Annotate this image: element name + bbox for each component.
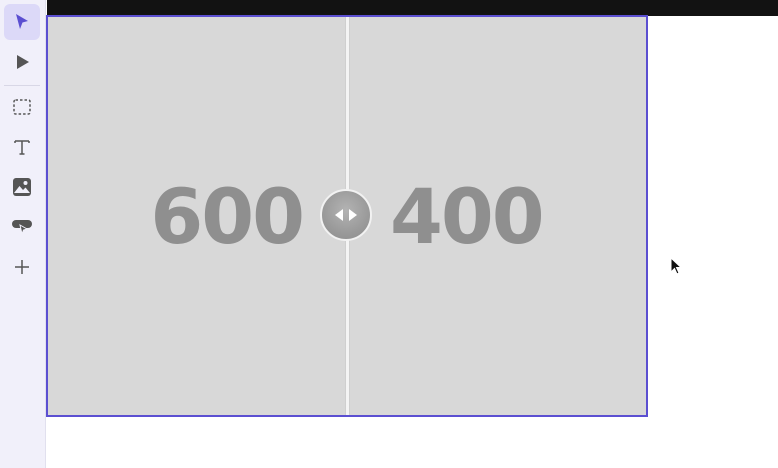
button-cursor-icon bbox=[12, 220, 32, 236]
image-tool-button[interactable] bbox=[4, 169, 40, 205]
comparison-slider[interactable]: 600 400 bbox=[46, 15, 648, 417]
right-value-label: 400 bbox=[390, 172, 545, 261]
toolbar-divider bbox=[4, 85, 40, 86]
slider-handle[interactable] bbox=[320, 189, 372, 241]
select-tool-button[interactable] bbox=[4, 4, 40, 40]
pointer-arrow-icon bbox=[16, 14, 28, 29]
dashed-rectangle-icon bbox=[13, 99, 31, 115]
text-icon bbox=[14, 140, 30, 155]
add-tool-button[interactable] bbox=[4, 249, 40, 285]
box-tool-button[interactable] bbox=[4, 89, 40, 125]
editor-window: 600 400 bbox=[0, 0, 778, 468]
image-icon bbox=[13, 178, 31, 196]
left-toolbar bbox=[0, 0, 46, 468]
left-panel: 600 bbox=[48, 17, 347, 415]
text-tool-button[interactable] bbox=[4, 129, 40, 165]
left-right-arrows-icon bbox=[335, 209, 357, 221]
plus-icon bbox=[15, 260, 29, 274]
left-value-label: 600 bbox=[150, 172, 305, 261]
preview-tool-button[interactable] bbox=[4, 44, 40, 80]
top-bar bbox=[47, 0, 778, 16]
mouse-cursor-icon bbox=[670, 257, 683, 275]
right-panel: 400 bbox=[349, 17, 646, 415]
button-tool-button[interactable] bbox=[4, 209, 40, 245]
play-icon bbox=[17, 55, 29, 69]
